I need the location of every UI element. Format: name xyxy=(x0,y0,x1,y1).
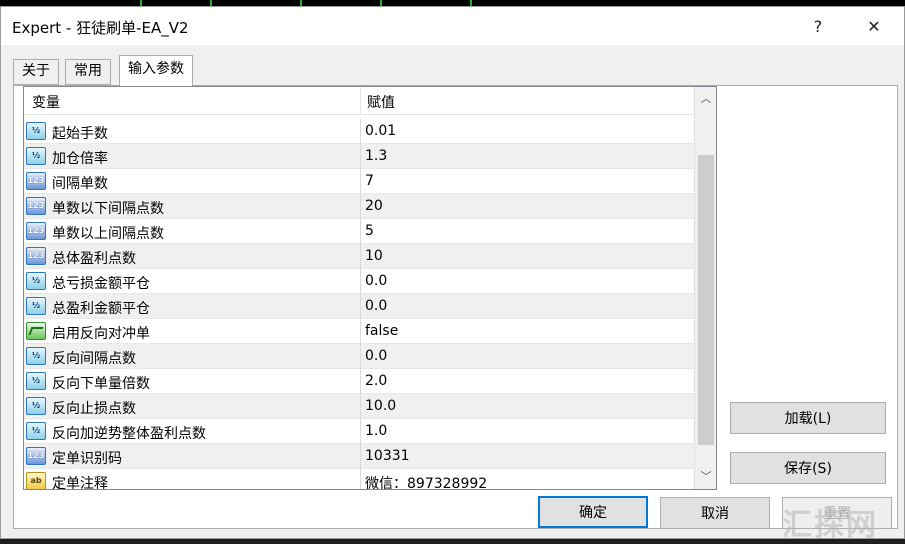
scroll-up-icon[interactable]: ︿ xyxy=(695,87,716,109)
parameter-value[interactable]: 0.01 xyxy=(365,123,396,139)
double-type-icon: ½ xyxy=(26,397,46,415)
parameter-row[interactable]: 启用反向对冲单 false xyxy=(24,319,694,344)
parameter-value[interactable]: 7 xyxy=(365,173,374,189)
parameter-name: 加仓倍率 xyxy=(52,151,108,167)
parameter-value[interactable]: 10.0 xyxy=(365,398,396,414)
parameter-name: 反向加逆势整体盈利点数 xyxy=(52,426,206,442)
scroll-down-icon[interactable]: ﹀ xyxy=(695,465,716,487)
parameter-name: 总亏损金额平仓 xyxy=(52,276,150,292)
double-type-icon: ½ xyxy=(26,297,46,315)
integer-type-icon: 123 xyxy=(26,447,46,465)
ok-button[interactable]: 确定 xyxy=(538,496,648,528)
tab-common[interactable]: 常用 xyxy=(65,59,111,85)
parameter-row[interactable]: 123 总体盈利点数 10 xyxy=(24,244,694,269)
boolean-type-icon xyxy=(26,322,46,340)
parameter-name: 单数以上间隔点数 xyxy=(52,226,164,242)
scrollbar-thumb[interactable] xyxy=(698,155,714,445)
parameter-row[interactable]: ½ 起始手数 0.01 xyxy=(24,119,694,144)
parameter-value[interactable]: 20 xyxy=(365,198,383,214)
parameter-name: 定单注释 xyxy=(52,476,108,490)
parameter-value[interactable]: 10331 xyxy=(365,448,410,464)
watermark-text: 汇探网 xyxy=(782,508,878,543)
parameter-row[interactable]: 123 单数以下间隔点数 20 xyxy=(24,194,694,219)
parameter-name: 总盈利金额平仓 xyxy=(52,301,150,317)
double-type-icon: ½ xyxy=(26,122,46,140)
parameter-value[interactable]: 2.0 xyxy=(365,373,387,389)
save-button[interactable]: 保存(S) xyxy=(730,452,886,484)
parameter-value[interactable]: 0.0 xyxy=(365,298,387,314)
tab-inputs[interactable]: 输入参数 xyxy=(119,55,193,86)
column-header-variable[interactable]: 变量 xyxy=(32,92,60,112)
parameter-name: 定单识别码 xyxy=(52,451,122,467)
double-type-icon: ½ xyxy=(26,347,46,365)
integer-type-icon: 123 xyxy=(26,247,46,265)
double-type-icon: ½ xyxy=(26,372,46,390)
parameter-row[interactable]: ½ 反向加逆势整体盈利点数 1.0 xyxy=(24,419,694,444)
parameter-row[interactable]: 123 间隔单数 7 xyxy=(24,169,694,194)
parameter-name: 起始手数 xyxy=(52,126,108,142)
close-button[interactable]: ✕ xyxy=(851,9,897,43)
parameter-row[interactable]: ab 定单注释 微信：897328992 xyxy=(24,469,694,490)
double-type-icon: ½ xyxy=(26,272,46,290)
parameter-value[interactable]: 10 xyxy=(365,248,383,264)
parameter-value[interactable]: 1.3 xyxy=(365,148,387,164)
parameter-name: 间隔单数 xyxy=(52,176,108,192)
cancel-button[interactable]: 取消 xyxy=(660,497,770,529)
parameter-name: 反向间隔点数 xyxy=(52,351,136,367)
parameter-row[interactable]: ½ 反向下单量倍数 2.0 xyxy=(24,369,694,394)
parameter-value[interactable]: 0.0 xyxy=(365,273,387,289)
parameter-name: 反向止损点数 xyxy=(52,401,136,417)
parameter-name: 启用反向对冲单 xyxy=(52,326,150,342)
parameter-value[interactable]: 微信：897328992 xyxy=(365,473,487,489)
parameter-row[interactable]: ½ 总亏损金额平仓 0.0 xyxy=(24,269,694,294)
parameter-row[interactable]: ½ 加仓倍率 1.3 xyxy=(24,144,694,169)
vertical-scrollbar[interactable]: ︿ ﹀ xyxy=(694,87,716,489)
string-type-icon: ab xyxy=(26,472,46,489)
parameter-value[interactable]: 5 xyxy=(365,223,374,239)
parameter-row[interactable]: 123 定单识别码 10331 xyxy=(24,444,694,469)
parameters-grid[interactable]: 变量 赋值 ½ 起始手数 0.01 ½ 加仓倍率 1.3 123 间隔单数 7 123 单数以下间隔… xyxy=(23,86,717,490)
grid-header: 变量 赋值 xyxy=(24,87,694,115)
parameter-row[interactable]: ½ 反向止损点数 10.0 xyxy=(24,394,694,419)
column-header-value[interactable]: 赋值 xyxy=(367,92,395,112)
parameter-value[interactable]: 0.0 xyxy=(365,348,387,364)
parameter-row[interactable]: ½ 反向间隔点数 0.0 xyxy=(24,344,694,369)
tab-about[interactable]: 关于 xyxy=(13,59,59,85)
integer-type-icon: 123 xyxy=(26,222,46,240)
parameter-name: 总体盈利点数 xyxy=(52,251,136,267)
integer-type-icon: 123 xyxy=(26,172,46,190)
double-type-icon: ½ xyxy=(26,422,46,440)
double-type-icon: ½ xyxy=(26,147,46,165)
parameter-row[interactable]: 123 单数以上间隔点数 5 xyxy=(24,219,694,244)
load-button[interactable]: 加载(L) xyxy=(730,402,886,434)
title-bar: Expert - 狂徒刷单-EA_V2 ? ✕ xyxy=(1,7,904,45)
parameter-rows: ½ 起始手数 0.01 ½ 加仓倍率 1.3 123 间隔单数 7 123 单数以下间隔点数 20 12… xyxy=(24,119,694,490)
parameter-name: 反向下单量倍数 xyxy=(52,376,150,392)
parameter-value[interactable]: false xyxy=(365,323,398,339)
help-button[interactable]: ? xyxy=(795,9,841,43)
window-title: Expert - 狂徒刷单-EA_V2 xyxy=(12,19,189,37)
parameter-value[interactable]: 1.0 xyxy=(365,423,387,439)
parameter-name: 单数以下间隔点数 xyxy=(52,201,164,217)
parameter-row[interactable]: ½ 总盈利金额平仓 0.0 xyxy=(24,294,694,319)
integer-type-icon: 123 xyxy=(26,197,46,215)
